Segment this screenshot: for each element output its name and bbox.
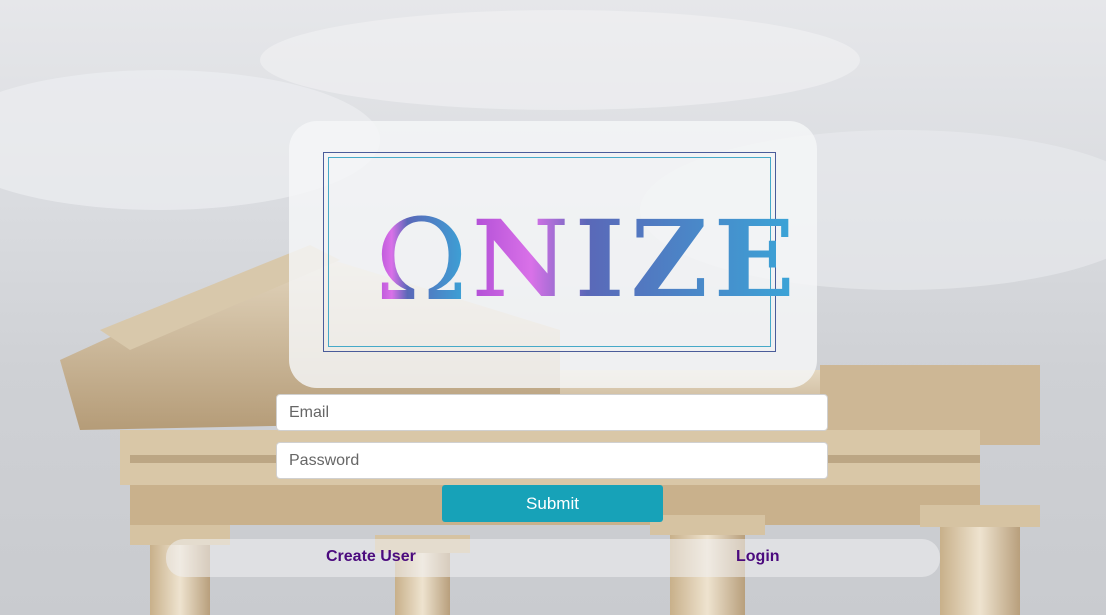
onize-logo: Ω NIZE: [375, 196, 801, 326]
email-input[interactable]: [276, 394, 828, 431]
submit-button[interactable]: Submit: [442, 485, 663, 522]
link-bar: Create User Login: [166, 539, 940, 577]
logo-card: Ω NIZE: [289, 121, 817, 388]
password-input[interactable]: [276, 442, 828, 479]
logo-word: NIZE: [472, 196, 801, 321]
logo-omega: Ω: [375, 196, 468, 326]
login-link[interactable]: Login: [736, 548, 780, 566]
create-user-link[interactable]: Create User: [326, 548, 416, 566]
